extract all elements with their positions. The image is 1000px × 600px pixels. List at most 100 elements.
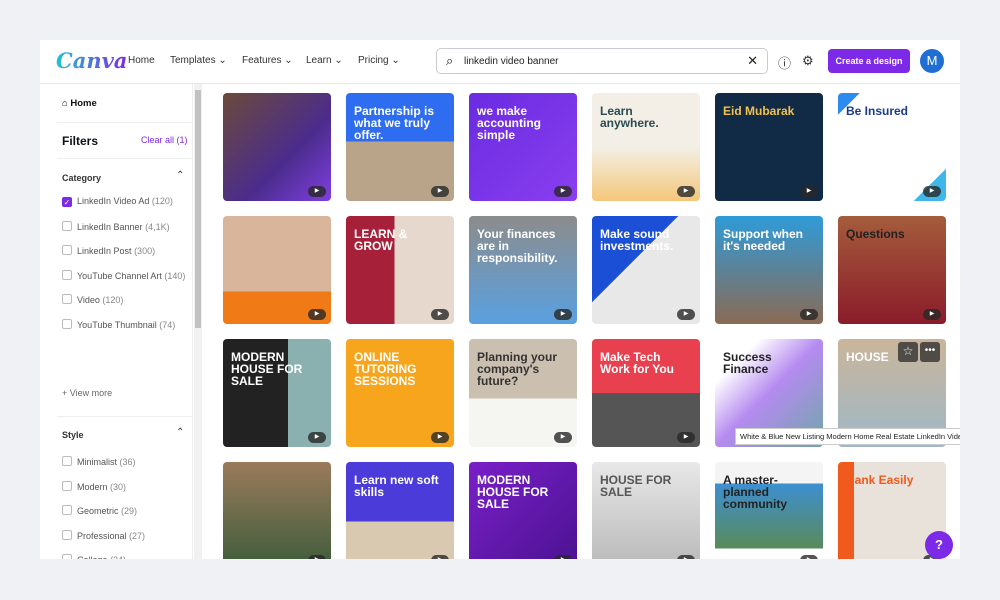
play-icon: ▶ [677, 555, 695, 559]
template-card[interactable]: ONLINE TUTORING SESSIONS ▶ [346, 339, 454, 447]
category-option[interactable]: YouTube Channel Art (140) [62, 269, 186, 281]
template-card[interactable]: Learn new soft skills ▶ [346, 462, 454, 559]
gear-icon[interactable]: ⚙ [802, 53, 814, 69]
template-title: A master-planned community [723, 473, 788, 511]
option-label: YouTube Thumbnail [77, 319, 157, 330]
template-title: Make Tech Work for You [600, 350, 675, 376]
checkbox[interactable] [62, 456, 72, 466]
template-card[interactable]: Learn anywhere. ▶ [592, 93, 700, 201]
template-card[interactable]: Planning your company's future? ▶ [469, 339, 577, 447]
option-count: (140) [164, 270, 186, 281]
checkbox[interactable] [62, 294, 72, 304]
nav-pricing[interactable]: Pricing ⌄ [358, 55, 400, 66]
template-card[interactable]: Partnership is what we truly offer. ▶ [346, 93, 454, 201]
template-card[interactable]: ▶ [223, 462, 331, 559]
checkbox[interactable] [62, 505, 72, 515]
option-label: YouTube Channel Art [77, 270, 162, 281]
divider [57, 416, 192, 417]
category-option[interactable]: Video (120) [62, 294, 123, 305]
template-card[interactable]: Be Insured ▶ [838, 93, 946, 201]
template-card[interactable]: we make accounting simple ▶ [469, 93, 577, 201]
checkbox[interactable] [62, 318, 72, 329]
nav-features[interactable]: Features ⌄ [242, 55, 293, 66]
template-card[interactable]: HOUSE FOR SALE ▶ [592, 462, 700, 559]
divider [57, 158, 192, 159]
nav-templates[interactable]: Templates ⌄ [170, 55, 227, 66]
play-icon: ▶ [923, 186, 941, 197]
template-title: Success Finance [723, 350, 772, 376]
avatar[interactable]: M [920, 49, 944, 73]
template-card[interactable]: A master-planned community ▶ [715, 462, 823, 559]
play-icon: ▶ [923, 309, 941, 320]
help-icon[interactable]: ⓘ [778, 53, 791, 72]
play-icon: ▶ [308, 555, 326, 559]
option-label: Professional [77, 530, 127, 541]
template-card[interactable]: ▶ [223, 216, 331, 324]
view-more-link[interactable]: + View more [62, 388, 112, 398]
option-count: (4,1K) [145, 221, 170, 232]
create-design-button[interactable]: Create a design [828, 49, 910, 73]
home-label: Home [70, 98, 97, 109]
option-count: (27) [129, 530, 146, 541]
clear-search-icon[interactable]: ✕ [747, 53, 758, 69]
option-label: Video [77, 295, 100, 305]
play-icon: ▶ [308, 309, 326, 320]
template-title: Make sound investments. [600, 227, 674, 253]
checkbox[interactable]: ✓ [62, 197, 72, 207]
play-icon: ▶ [677, 309, 695, 320]
nav-learn[interactable]: Learn ⌄ [306, 55, 343, 66]
template-title: Bank Easily [846, 473, 914, 487]
category-option[interactable]: YouTube Thumbnail (74) [62, 318, 176, 330]
checkbox[interactable] [62, 529, 72, 540]
template-card[interactable]: LEARN & GROW ▶ [346, 216, 454, 324]
play-icon: ▶ [677, 186, 695, 197]
canva-logo[interactable]: Canva [56, 48, 127, 73]
checkbox[interactable] [62, 220, 72, 231]
option-label: LinkedIn Banner [77, 221, 143, 232]
style-option[interactable]: Geometric (29) [62, 505, 137, 516]
template-title: Support when it's needed [723, 227, 803, 253]
sidebar-home[interactable]: ⌂ Home [62, 98, 97, 109]
sidebar-scrollbar[interactable] [194, 84, 202, 559]
style-option[interactable]: Minimalist (36) [62, 456, 136, 467]
option-count: (36) [119, 457, 136, 467]
template-card[interactable]: MODERN HOUSE FOR SALE ▶ [223, 339, 331, 447]
template-title: Learn new soft skills [354, 473, 439, 499]
template-card[interactable]: MODERN HOUSE FOR SALE ▶ [469, 462, 577, 559]
option-count: (74) [159, 319, 176, 330]
more-options-icon[interactable]: ••• [920, 342, 940, 362]
category-option[interactable]: ✓ LinkedIn Video Ad (120) [62, 196, 173, 207]
template-card[interactable]: Make Tech Work for You ▶ [592, 339, 700, 447]
search-input[interactable]: ⌕ linkedin video banner ✕ [436, 48, 768, 74]
chevron-up-icon[interactable]: ⌃ [176, 427, 184, 438]
style-option[interactable]: Modern (30) [62, 480, 127, 492]
category-option[interactable]: LinkedIn Banner (4,1K) [62, 220, 170, 232]
template-title: Questions [846, 227, 905, 241]
template-card[interactable]: Support when it's needed ▶ [715, 216, 823, 324]
option-count: (120) [151, 196, 173, 206]
category-option[interactable]: LinkedIn Post (300) [62, 245, 155, 256]
template-title: Be Insured [846, 104, 909, 118]
help-button[interactable]: ? [925, 531, 953, 559]
template-card[interactable]: Make sound investments. ▶ [592, 216, 700, 324]
template-card[interactable]: ▶ [223, 93, 331, 201]
clear-all-link[interactable]: Clear all (1) [141, 135, 188, 145]
style-option[interactable]: Professional (27) [62, 529, 146, 541]
search-value[interactable]: linkedin video banner [464, 56, 559, 67]
option-count: (30) [110, 481, 127, 492]
style-option[interactable]: Collage (24) [62, 554, 126, 559]
checkbox[interactable] [62, 480, 72, 491]
template-card[interactable]: Questions ▶ [838, 216, 946, 324]
chevron-up-icon[interactable]: ⌃ [176, 170, 184, 181]
checkbox[interactable] [62, 554, 72, 559]
template-card[interactable]: Eid Mubarak ▶ [715, 93, 823, 201]
option-label: LinkedIn Video Ad [77, 196, 150, 206]
option-count: (24) [110, 555, 126, 559]
checkbox[interactable] [62, 245, 72, 255]
scrollbar-thumb[interactable] [195, 90, 201, 328]
template-card[interactable]: Your finances are in responsibility. ▶ [469, 216, 577, 324]
checkbox[interactable] [62, 269, 72, 280]
nav-home[interactable]: Home [128, 55, 155, 66]
play-icon: ▶ [800, 309, 818, 320]
star-icon[interactable]: ☆ [898, 342, 918, 362]
